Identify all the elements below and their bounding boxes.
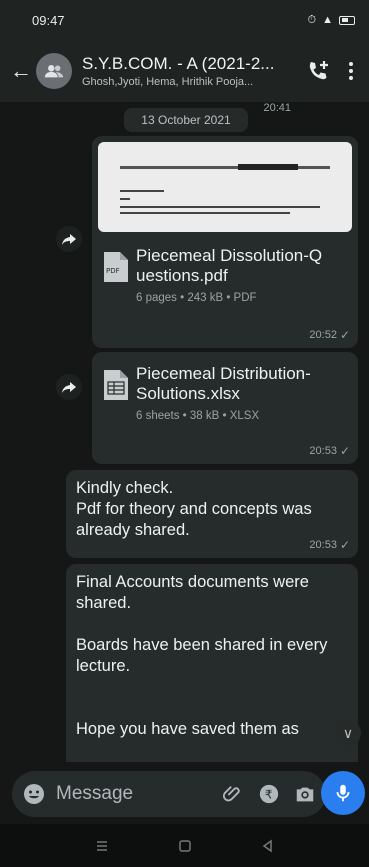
alarm-icon: ⏱ [307, 13, 317, 26]
message-timestamp: 20:52 ✓ [309, 328, 350, 342]
add-call-button[interactable] [305, 58, 331, 84]
message-text: Final Accounts documents were shared. Bo… [76, 573, 328, 738]
sent-tick-icon: ✓ [339, 444, 350, 458]
payment-icon[interactable]: ₹ [258, 783, 280, 805]
file-message-xlsx[interactable]: Piecemeal Distribution-Solutions.xlsx 6 … [92, 352, 358, 464]
double-chevron-down-icon: ∨ [342, 724, 354, 741]
pdf-file-icon: PDF [104, 252, 128, 282]
file-name: Piecemeal Dissolution-Q uestions.pdf [136, 246, 323, 285]
pdf-icon-label: PDF [106, 267, 120, 275]
message-text: Kindly check. Pdf for theory and concept… [76, 479, 312, 539]
file-message-pdf[interactable]: PDF Piecemeal Dissolution-Q uestions.pdf… [92, 136, 358, 348]
document-preview[interactable] [98, 142, 352, 232]
microphone-icon [336, 784, 350, 802]
sent-tick-icon: ✓ [339, 538, 350, 552]
back-nav-icon[interactable] [259, 837, 277, 855]
spreadsheet-file-icon [104, 370, 128, 400]
voice-record-button[interactable] [321, 771, 365, 815]
overflow-menu-icon[interactable] [343, 58, 359, 84]
message-input[interactable]: Message ₹ [12, 771, 326, 817]
back-arrow-icon[interactable]: ← [10, 58, 34, 84]
attachment-icon[interactable] [222, 783, 244, 805]
camera-icon[interactable] [294, 783, 316, 805]
chat-header: ← S.Y.B.COM. - A (2021-2... Ghosh,Jyoti,… [0, 40, 369, 102]
system-navigation-bar [0, 824, 369, 867]
group-avatar[interactable] [36, 53, 72, 89]
file-name: Piecemeal Distribution-Solutions.xlsx [136, 364, 311, 403]
scroll-to-bottom-button[interactable]: ∨ [335, 720, 361, 746]
date-separator: 13 October 2021 [124, 108, 248, 132]
status-bar: 09:47 ⏱ ▲ [0, 0, 369, 40]
message-time: 20:41 [263, 102, 291, 114]
forward-icon[interactable] [56, 374, 82, 400]
chat-title-block[interactable]: S.Y.B.COM. - A (2021-2... Ghosh,Jyoti, H… [82, 54, 282, 88]
message-timestamp: 20:53 ✓ [309, 444, 350, 458]
text-message[interactable]: Kindly check. Pdf for theory and concept… [66, 470, 358, 558]
phone-plus-icon [309, 61, 328, 80]
file-meta: 6 pages • 243 kB • PDF [136, 292, 257, 304]
battery-icon [339, 15, 355, 25]
recents-icon[interactable] [93, 837, 111, 855]
group-icon [44, 65, 64, 78]
emoji-icon[interactable] [22, 782, 46, 806]
compose-bar: Message ₹ [0, 762, 369, 824]
forward-icon[interactable] [56, 226, 82, 252]
message-timestamp: 20:53 ✓ [309, 538, 350, 552]
text-message[interactable]: Final Accounts documents were shared. Bo… [66, 564, 358, 762]
chat-title: S.Y.B.COM. - A (2021-2... [82, 54, 275, 73]
signal-icon: ▲ [322, 14, 333, 26]
home-icon[interactable] [176, 837, 194, 855]
file-meta: 6 sheets • 38 kB • XLSX [136, 410, 260, 422]
chat-members: Ghosh,Jyoti, Hema, Hrithik Pooja... [82, 76, 254, 88]
svg-text:₹: ₹ [265, 788, 273, 802]
sent-tick-icon: ✓ [339, 328, 350, 342]
message-placeholder: Message [56, 783, 134, 804]
status-time: 09:47 [32, 12, 65, 28]
status-icons: ⏱ ▲ [308, 14, 355, 27]
message-list[interactable]: 20:41 13 October 2021 PDF Piecemeal Diss… [0, 102, 369, 762]
